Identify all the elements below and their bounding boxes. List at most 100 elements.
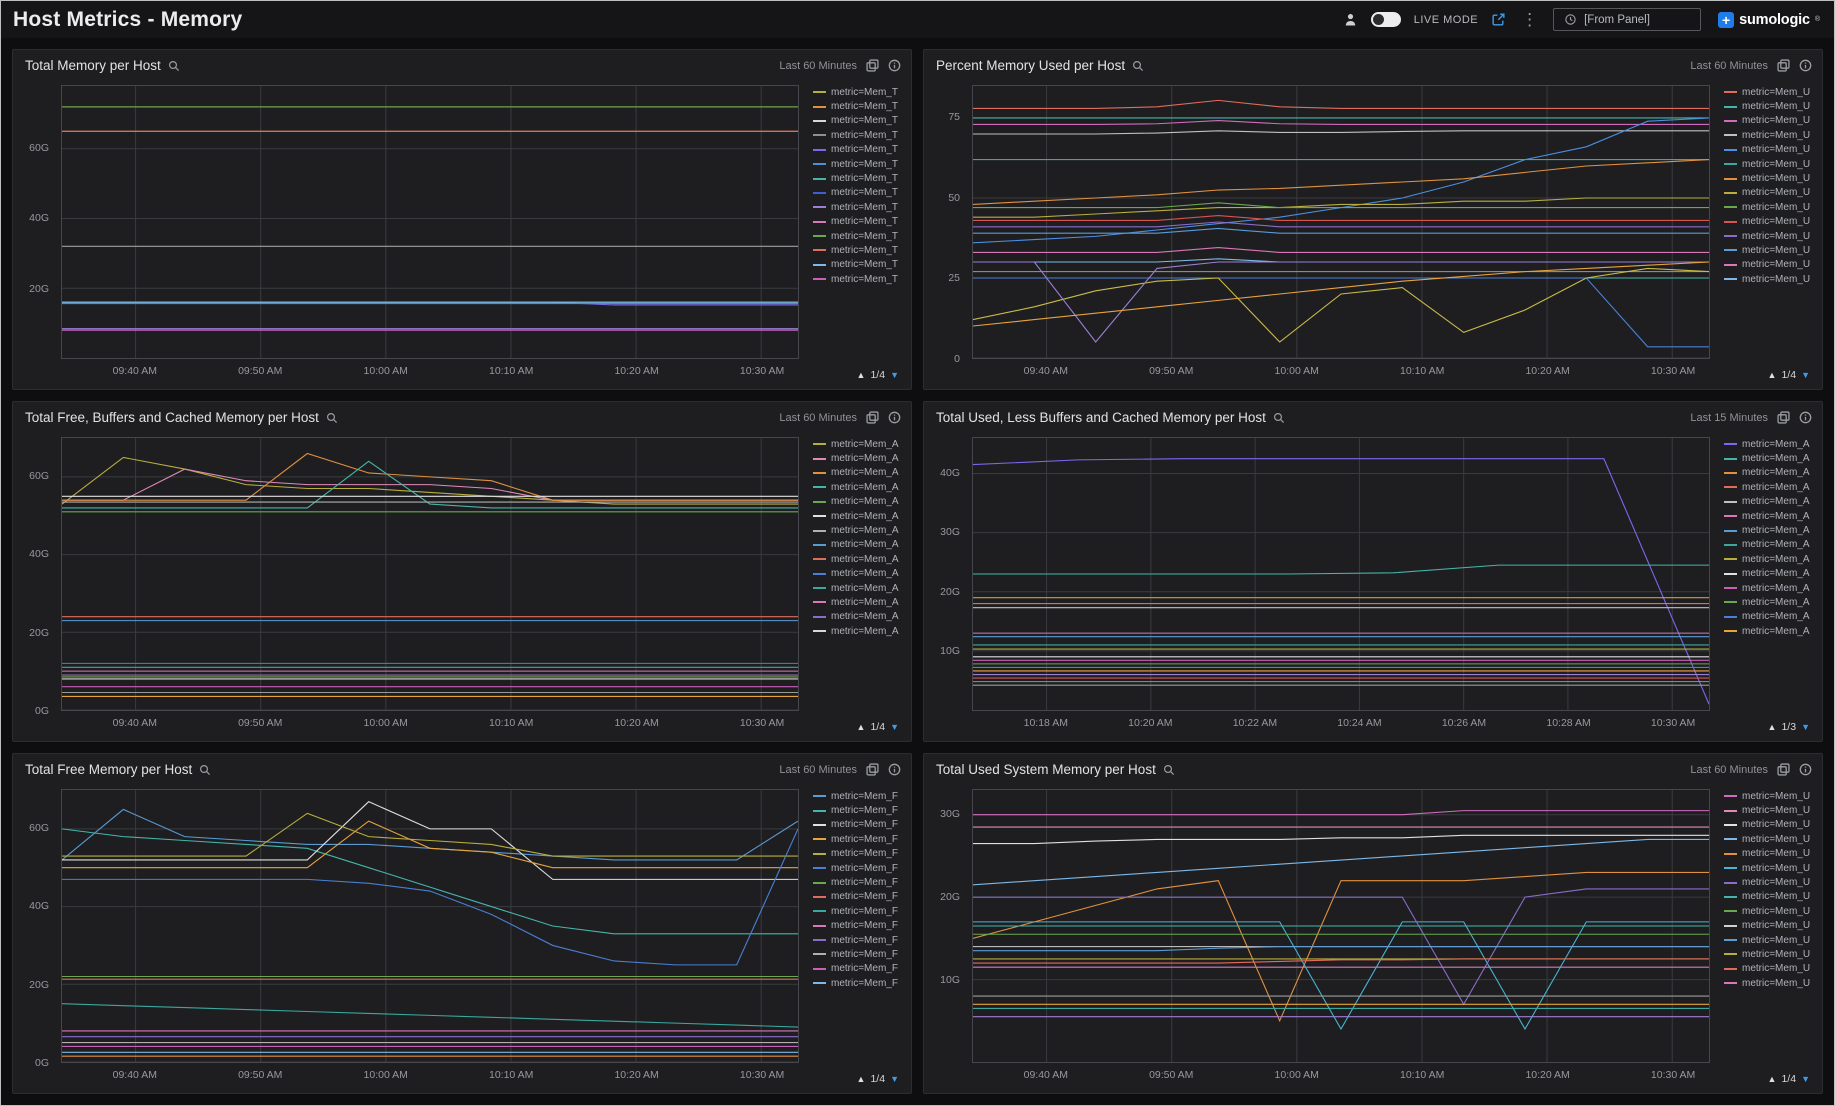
legend-item[interactable]: metric=Mem_U <box>1724 85 1816 99</box>
legend-item[interactable]: metric=Mem_A <box>813 552 905 566</box>
copy-panel-icon[interactable] <box>1777 411 1790 424</box>
chart-area[interactable]: 60G40G20G0G 09:40 AM09:50 AM10:00 AM10:1… <box>17 429 805 737</box>
legend-item[interactable]: metric=Mem_A <box>813 480 905 494</box>
legend-item[interactable]: metric=Mem_A <box>813 437 905 451</box>
legend-item[interactable]: metric=Mem_F <box>813 904 905 918</box>
legend-item[interactable]: metric=Mem_A <box>1724 552 1816 566</box>
legend-item[interactable]: metric=Mem_A <box>1724 480 1816 494</box>
legend-item[interactable]: metric=Mem_A <box>1724 624 1816 638</box>
legend-item[interactable]: metric=Mem_U <box>1724 947 1816 961</box>
legend-item[interactable]: metric=Mem_F <box>813 847 905 861</box>
zoom-icon[interactable] <box>1163 764 1175 776</box>
legend-page-down-icon[interactable]: ▼ <box>1801 370 1810 380</box>
legend-item[interactable]: metric=Mem_T <box>813 272 905 286</box>
info-icon[interactable] <box>1799 411 1812 424</box>
legend-item[interactable]: metric=Mem_T <box>813 128 905 142</box>
legend-item[interactable]: metric=Mem_U <box>1724 847 1816 861</box>
legend-item[interactable]: metric=Mem_F <box>813 832 905 846</box>
legend-item[interactable]: metric=Mem_U <box>1724 157 1816 171</box>
copy-panel-icon[interactable] <box>866 411 879 424</box>
legend-item[interactable]: metric=Mem_U <box>1724 229 1816 243</box>
legend-item[interactable]: metric=Mem_A <box>1724 595 1816 609</box>
legend-page-up-icon[interactable]: ▲ <box>1768 722 1777 732</box>
legend-item[interactable]: metric=Mem_U <box>1724 818 1816 832</box>
chart-area[interactable]: 30G20G10G 09:40 AM09:50 AM10:00 AM10:10 … <box>928 781 1716 1089</box>
legend-item[interactable]: metric=Mem_U <box>1724 99 1816 113</box>
share-icon[interactable] <box>1491 12 1506 27</box>
legend-item[interactable]: metric=Mem_T <box>813 243 905 257</box>
legend-item[interactable]: metric=Mem_U <box>1724 919 1816 933</box>
legend-item[interactable]: metric=Mem_A <box>813 581 905 595</box>
legend-item[interactable]: metric=Mem_A <box>813 624 905 638</box>
legend-item[interactable]: metric=Mem_F <box>813 947 905 961</box>
legend-item[interactable]: metric=Mem_T <box>813 143 905 157</box>
legend-item[interactable]: metric=Mem_F <box>813 861 905 875</box>
legend-item[interactable]: metric=Mem_F <box>813 875 905 889</box>
time-range-label[interactable]: Last 60 Minutes <box>779 60 857 72</box>
legend-item[interactable]: metric=Mem_A <box>813 495 905 509</box>
zoom-icon[interactable] <box>1273 412 1285 424</box>
legend-item[interactable]: metric=Mem_T <box>813 99 905 113</box>
legend-item[interactable]: metric=Mem_U <box>1724 803 1816 817</box>
legend-item[interactable]: metric=Mem_U <box>1724 171 1816 185</box>
legend-item[interactable]: metric=Mem_F <box>813 789 905 803</box>
legend-item[interactable]: metric=Mem_T <box>813 171 905 185</box>
legend-item[interactable]: metric=Mem_U <box>1724 789 1816 803</box>
legend-item[interactable]: metric=Mem_T <box>813 229 905 243</box>
legend-item[interactable]: metric=Mem_T <box>813 85 905 99</box>
legend-item[interactable]: metric=Mem_A <box>813 538 905 552</box>
chart-area[interactable]: 7550250 09:40 AM09:50 AM10:00 AM10:10 AM… <box>928 77 1716 385</box>
legend-page-up-icon[interactable]: ▲ <box>857 722 866 732</box>
legend-page-down-icon[interactable]: ▼ <box>890 1074 899 1084</box>
legend-item[interactable]: metric=Mem_U <box>1724 904 1816 918</box>
zoom-icon[interactable] <box>199 764 211 776</box>
legend-item[interactable]: metric=Mem_A <box>1724 581 1816 595</box>
legend-page-up-icon[interactable]: ▲ <box>1768 1074 1777 1084</box>
zoom-icon[interactable] <box>1132 60 1144 72</box>
info-icon[interactable] <box>888 763 901 776</box>
legend-item[interactable]: metric=Mem_T <box>813 200 905 214</box>
info-icon[interactable] <box>1799 763 1812 776</box>
legend-item[interactable]: metric=Mem_T <box>813 258 905 272</box>
time-range-selector[interactable]: [From Panel] <box>1553 8 1701 31</box>
legend-item[interactable]: metric=Mem_U <box>1724 114 1816 128</box>
info-icon[interactable] <box>888 411 901 424</box>
user-icon[interactable] <box>1343 12 1358 27</box>
copy-panel-icon[interactable] <box>866 763 879 776</box>
legend-item[interactable]: metric=Mem_U <box>1724 861 1816 875</box>
legend-item[interactable]: metric=Mem_A <box>1724 610 1816 624</box>
legend-item[interactable]: metric=Mem_F <box>813 976 905 990</box>
legend-page-up-icon[interactable]: ▲ <box>857 1074 866 1084</box>
chart-area[interactable]: 60G40G20G 09:40 AM09:50 AM10:00 AM10:10 … <box>17 77 805 385</box>
legend-item[interactable]: metric=Mem_T <box>813 186 905 200</box>
legend-item[interactable]: metric=Mem_U <box>1724 832 1816 846</box>
legend-item[interactable]: metric=Mem_A <box>813 466 905 480</box>
legend-item[interactable]: metric=Mem_A <box>813 523 905 537</box>
legend-item[interactable]: metric=Mem_U <box>1724 962 1816 976</box>
legend-item[interactable]: metric=Mem_U <box>1724 143 1816 157</box>
legend-item[interactable]: metric=Mem_F <box>813 962 905 976</box>
zoom-icon[interactable] <box>168 60 180 72</box>
legend-item[interactable]: metric=Mem_U <box>1724 890 1816 904</box>
legend-item[interactable]: metric=Mem_A <box>813 451 905 465</box>
legend-item[interactable]: metric=Mem_A <box>1724 451 1816 465</box>
legend-item[interactable]: metric=Mem_T <box>813 114 905 128</box>
legend-item[interactable]: metric=Mem_A <box>1724 466 1816 480</box>
legend-item[interactable]: metric=Mem_A <box>813 595 905 609</box>
legend-item[interactable]: metric=Mem_U <box>1724 186 1816 200</box>
legend-item[interactable]: metric=Mem_T <box>813 157 905 171</box>
time-range-label[interactable]: Last 60 Minutes <box>1690 60 1768 72</box>
legend-item[interactable]: metric=Mem_F <box>813 919 905 933</box>
legend-item[interactable]: metric=Mem_A <box>1724 523 1816 537</box>
legend-item[interactable]: metric=Mem_U <box>1724 272 1816 286</box>
copy-panel-icon[interactable] <box>866 59 879 72</box>
legend-page-down-icon[interactable]: ▼ <box>890 722 899 732</box>
legend-item[interactable]: metric=Mem_U <box>1724 875 1816 889</box>
time-range-label[interactable]: Last 60 Minutes <box>779 764 857 776</box>
legend-item[interactable]: metric=Mem_F <box>813 818 905 832</box>
info-icon[interactable] <box>888 59 901 72</box>
legend-page-down-icon[interactable]: ▼ <box>890 370 899 380</box>
legend-item[interactable]: metric=Mem_A <box>1724 538 1816 552</box>
time-range-label[interactable]: Last 60 Minutes <box>779 412 857 424</box>
legend-item[interactable]: metric=Mem_U <box>1724 976 1816 990</box>
